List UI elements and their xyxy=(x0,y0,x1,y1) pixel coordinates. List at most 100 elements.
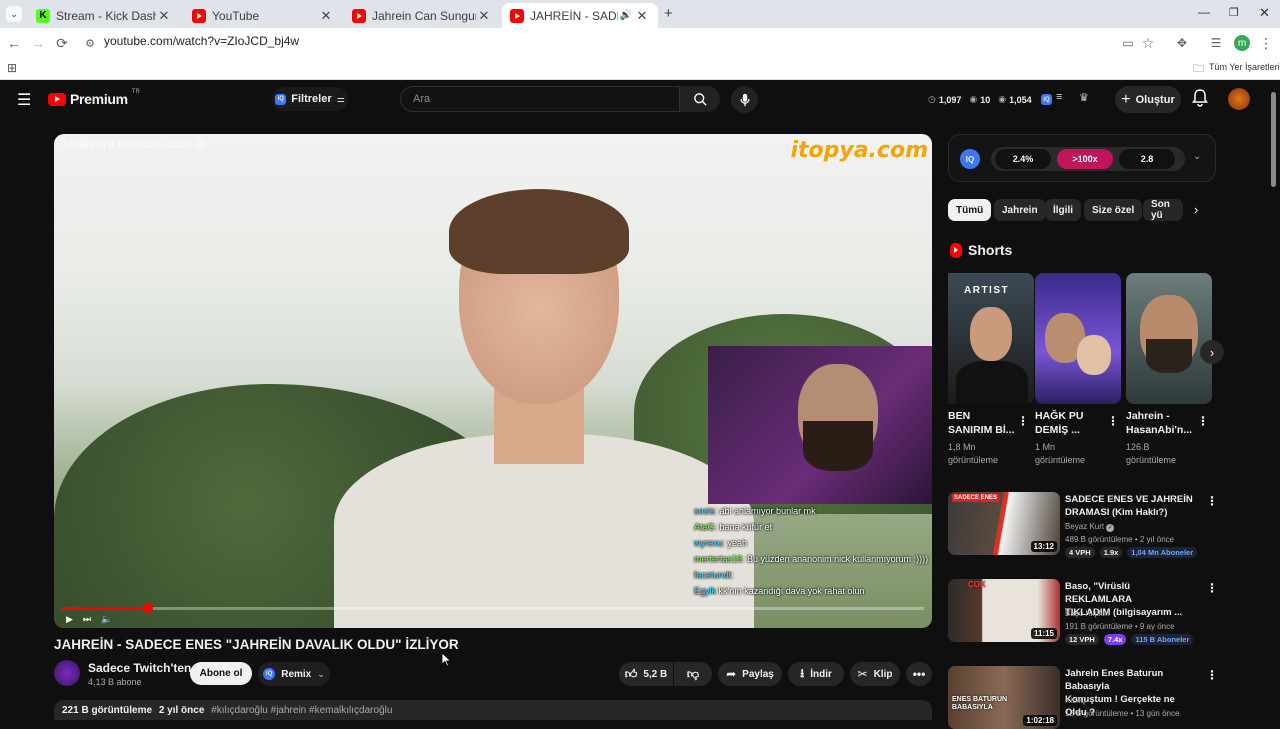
more-vertical-icon[interactable]: ⋮ xyxy=(1206,581,1218,595)
more-vertical-icon[interactable]: ⋮ xyxy=(1206,494,1218,508)
chip-for-you[interactable]: Size özel xyxy=(1084,199,1143,221)
reload-icon[interactable]: ⟳ xyxy=(52,33,72,53)
chip-recent[interactable]: Son yü xyxy=(1143,199,1183,221)
more-vertical-icon[interactable]: ⋮ xyxy=(1197,414,1209,428)
iq-extension-icon[interactable]: iQ xyxy=(1041,94,1052,105)
speaker-icon[interactable]: 🔊 xyxy=(618,10,634,21)
browser-tab-active-video[interactable]: JAHREİN - SADECE ENES "JA 🔊 ✕ xyxy=(502,3,658,28)
youtube-logo[interactable]: Premium TR xyxy=(48,89,140,107)
new-tab-button[interactable]: + xyxy=(664,5,673,22)
restore-button[interactable]: ❐ xyxy=(1229,6,1239,19)
filters-button[interactable]: iQ Filtreler ⚌ xyxy=(272,87,348,111)
dislike-button[interactable]: 👎︎ xyxy=(674,662,712,686)
chevron-down-icon[interactable]: ⌄ xyxy=(1193,151,1201,162)
site-info-icon[interactable]: ⚙ xyxy=(80,33,100,53)
recommendation-thumbnail[interactable]: SADECE ENES 13:12 xyxy=(948,492,1060,555)
play-icon[interactable]: ▶ xyxy=(66,614,73,625)
more-vertical-icon[interactable]: ⋮ xyxy=(1017,414,1029,428)
profile-avatar[interactable]: m xyxy=(1232,33,1252,53)
youtube-header: ☰ Premium TR iQ Filtreler ⚌ Ara ◷ 1,097 ◉… xyxy=(0,80,1280,120)
download-button[interactable]: ⭳ İndir xyxy=(788,662,844,686)
search-button[interactable] xyxy=(680,86,720,112)
hamburger-menu-icon[interactable]: ☰ xyxy=(17,90,31,110)
iq-segment-percent[interactable]: 2.4% xyxy=(995,149,1051,169)
short-views-count: 1 Mn xyxy=(1035,442,1056,452)
recommendation-badges: 4 VPH 1.9x 1,04 Mn Aboneler xyxy=(1065,547,1198,558)
video-player[interactable]: JAHREİN'E DAVALIK OLDU 😂 itopya.com sosi… xyxy=(54,134,932,628)
channel-avatar[interactable] xyxy=(54,660,80,686)
browser-tab-kick[interactable]: K Stream - Kick Dashboard ✕ xyxy=(28,3,180,28)
description-box[interactable]: 221 B görüntüleme 2 yıl önce #kılıçdaroğ… xyxy=(54,700,932,720)
video-duration: 1:02:18 xyxy=(1023,715,1057,726)
chat-text: abi anlamıyor bunlar mk xyxy=(719,506,816,516)
chevron-right-icon[interactable]: › xyxy=(1194,202,1198,217)
recommendation-channel[interactable]: KickQ xyxy=(1065,696,1086,705)
bookmark-star-icon[interactable]: ☆ xyxy=(1138,33,1158,53)
volume-icon[interactable]: 🔈 xyxy=(101,614,112,625)
recommendation-title[interactable]: SADECE ENES VE JAHREİN DRAMASI (Kim Hakl… xyxy=(1065,493,1195,519)
shorts-title: Shorts xyxy=(968,242,1013,258)
close-window-button[interactable]: ✕ xyxy=(1259,5,1270,21)
recommendation-channel[interactable]: Beyaz Kurt ✓ xyxy=(1065,522,1115,532)
browser-menu-icon[interactable]: ⋮ xyxy=(1256,33,1276,53)
more-vertical-icon[interactable]: ⋮ xyxy=(1206,668,1218,682)
reading-list-icon[interactable]: ☰ xyxy=(1206,33,1226,53)
recommendation-channel[interactable]: Başo Klipleri xyxy=(1065,609,1109,618)
hashtags[interactable]: #kılıçdaroğlu #jahrein #kemalkılıçdaroğl… xyxy=(211,705,392,716)
close-icon[interactable]: ✕ xyxy=(318,8,334,24)
list-icon[interactable]: ≡ xyxy=(1056,91,1062,103)
browser-tab-jahrein-history[interactable]: Jahrein Can Sungur İle Geçmişi ✕ xyxy=(344,3,500,28)
shorts-next-button[interactable]: › xyxy=(1200,340,1224,364)
close-icon[interactable]: ✕ xyxy=(634,8,650,24)
chip-related[interactable]: İlgili xyxy=(1045,199,1081,221)
more-vertical-icon[interactable]: ⋮ xyxy=(1107,414,1119,428)
address-bar[interactable]: youtube.com/watch?v=ZIoJCD_bj4w xyxy=(104,34,299,48)
all-bookmarks-link[interactable]: Tüm Yer İşaretleri xyxy=(1209,62,1280,72)
notifications-bell-icon[interactable] xyxy=(1192,89,1208,111)
stat-1: 1,097 xyxy=(938,94,962,105)
iq-segment-score[interactable]: 2.8 xyxy=(1119,149,1175,169)
recommendation-meta: 191 B görüntüleme • 9 ay önce xyxy=(1065,622,1175,631)
extensions-icon[interactable]: ✥ xyxy=(1172,33,1192,53)
kick-icon: K xyxy=(36,8,50,23)
voice-search-button[interactable] xyxy=(731,86,758,113)
chat-user: sosis xyxy=(694,506,715,516)
account-avatar[interactable] xyxy=(1228,88,1250,110)
streamer-figure xyxy=(803,421,873,471)
short-title[interactable]: HAĞK PU DEMİŞ ... xyxy=(1035,409,1105,437)
back-icon[interactable]: ← xyxy=(4,33,24,53)
next-icon[interactable]: ⏭ xyxy=(83,614,91,625)
minimize-button[interactable]: — xyxy=(1198,5,1210,19)
verified-icon: ✓ xyxy=(1106,523,1115,532)
close-icon[interactable]: ✕ xyxy=(476,8,492,24)
recommendation-thumbnail[interactable]: ÇOK 11:15 xyxy=(948,579,1060,642)
progress-bar[interactable] xyxy=(62,603,924,613)
page-scrollbar[interactable] xyxy=(1271,92,1276,187)
short-title[interactable]: BEN SANIRIM Bİ... xyxy=(948,409,1018,437)
chip-jahrein[interactable]: Jahrein xyxy=(994,199,1046,221)
create-button[interactable]: + Oluştur xyxy=(1115,86,1181,113)
remix-button[interactable]: iQ Remix ⌄ xyxy=(258,662,330,686)
browser-tab-youtube[interactable]: YouTube ✕ xyxy=(184,3,342,28)
search-input[interactable]: Ara xyxy=(400,86,680,112)
clip-button[interactable]: ✂ Klip xyxy=(850,662,900,686)
more-actions-button[interactable]: ••• xyxy=(906,662,932,686)
channel-name[interactable]: Sadece Twitch'ten xyxy=(88,661,191,675)
short-title[interactable]: Jahrein - HasanAbi'n... xyxy=(1126,409,1196,437)
thumbs-down-icon: 👎︎ xyxy=(686,666,700,681)
like-button[interactable]: 👍︎ 5,2 B xyxy=(619,662,673,686)
forward-icon[interactable]: → xyxy=(28,33,48,53)
iq-segment-outlier[interactable]: >100x xyxy=(1057,149,1113,169)
share-button[interactable]: ➦ Paylaş xyxy=(718,662,782,686)
subscribe-button[interactable]: Abone ol xyxy=(190,662,252,685)
cast-icon[interactable]: ▭ xyxy=(1118,33,1138,53)
share-icon: ➦ xyxy=(726,667,737,681)
short-thumbnail[interactable] xyxy=(1126,273,1212,404)
apps-grid-icon[interactable]: ⊞ xyxy=(7,61,17,75)
chip-all[interactable]: Tümü xyxy=(948,199,992,221)
trophy-icon[interactable]: ♛ xyxy=(1079,91,1089,104)
tab-list-dropdown-icon[interactable]: ⌄ xyxy=(6,6,22,22)
short-thumbnail[interactable] xyxy=(1035,273,1121,404)
close-icon[interactable]: ✕ xyxy=(156,8,172,24)
short-thumbnail[interactable]: ARTIST xyxy=(948,273,1034,404)
